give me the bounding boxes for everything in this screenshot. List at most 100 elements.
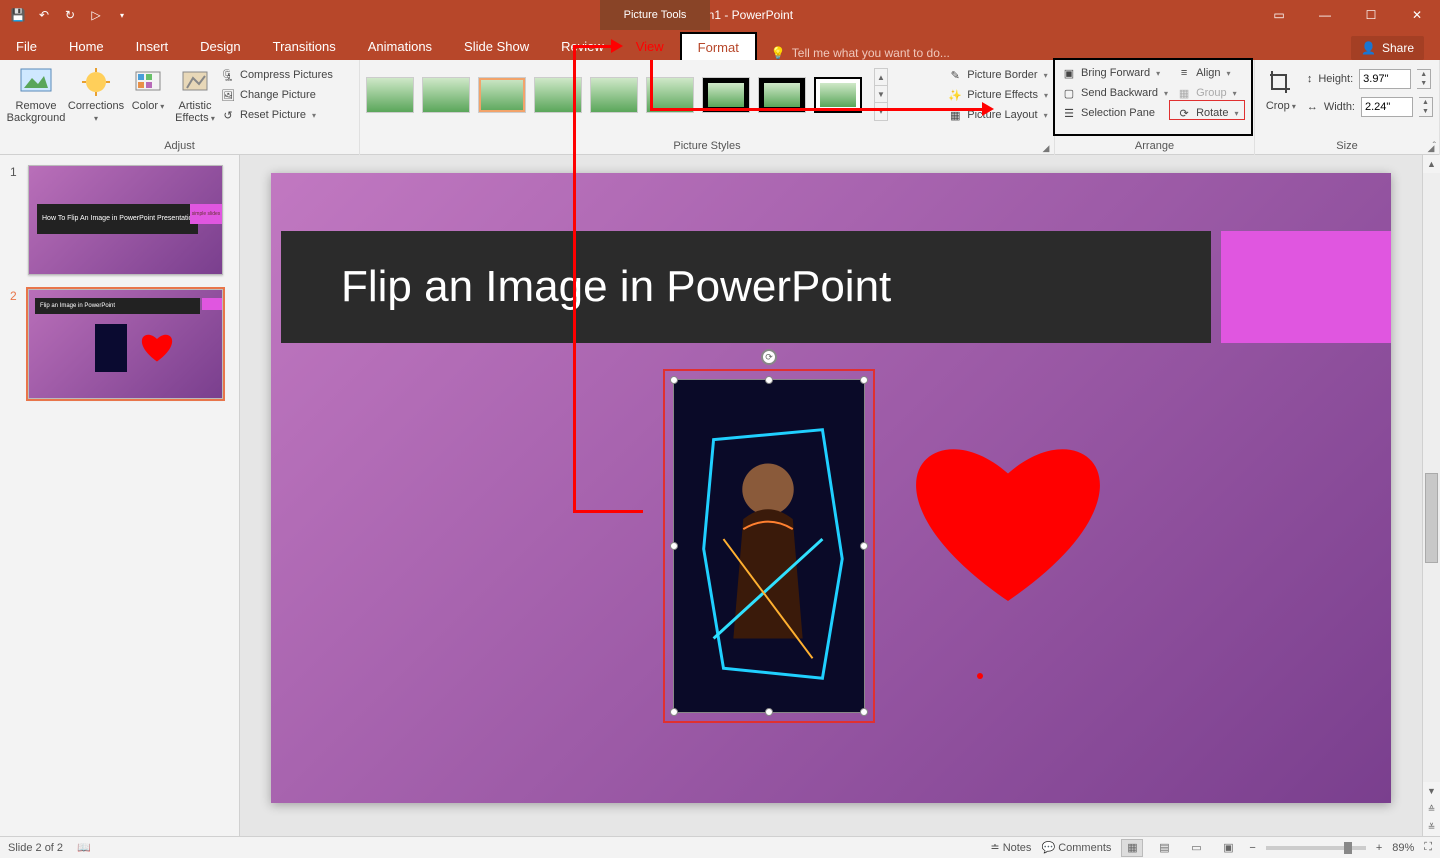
- style-thumb-6[interactable]: [646, 77, 694, 113]
- style-thumb-3[interactable]: [478, 77, 526, 113]
- tab-slideshow[interactable]: Slide Show: [448, 32, 545, 60]
- tab-animations[interactable]: Animations: [352, 32, 448, 60]
- reset-picture-button[interactable]: ↺ Reset Picture ▾: [220, 106, 333, 124]
- next-slide-icon[interactable]: ≚: [1423, 818, 1440, 836]
- align-icon: ≡: [1176, 65, 1192, 81]
- undo-icon[interactable]: ↶: [34, 5, 54, 25]
- tab-transitions[interactable]: Transitions: [257, 32, 352, 60]
- save-icon[interactable]: 💾: [8, 5, 28, 25]
- rotate-icon: ⟳: [1176, 105, 1192, 121]
- remove-background-button[interactable]: Remove Background: [6, 62, 66, 124]
- collapse-ribbon-icon[interactable]: ˆ: [1433, 141, 1436, 152]
- reading-view-icon[interactable]: ▭: [1185, 839, 1207, 857]
- style-thumb-2[interactable]: [422, 77, 470, 113]
- align-button[interactable]: ≡Align▾: [1176, 64, 1238, 82]
- notes-button[interactable]: ≐ Notes: [990, 841, 1031, 854]
- picture-layout-label: Picture Layout: [967, 109, 1037, 121]
- width-input[interactable]: [1361, 97, 1413, 117]
- picture-styles-launcher-icon[interactable]: ◢: [1040, 142, 1052, 154]
- selection-pane-button[interactable]: ☰Selection Pane: [1061, 104, 1168, 122]
- tab-home[interactable]: Home: [53, 32, 120, 60]
- tab-insert[interactable]: Insert: [120, 32, 185, 60]
- slide-canvas[interactable]: Flip an Image in PowerPoint ⟳: [271, 173, 1391, 803]
- slideshow-view-icon[interactable]: ▣: [1217, 839, 1239, 857]
- spellcheck-icon[interactable]: 📖: [77, 841, 91, 854]
- group-adjust: Remove Background Corrections Color Arti…: [0, 60, 360, 155]
- zoom-percent[interactable]: 89%: [1392, 842, 1414, 854]
- rotate-handle-icon[interactable]: ⟳: [761, 349, 777, 365]
- height-down-icon[interactable]: ▼: [1417, 79, 1430, 88]
- heart-shape[interactable]: [903, 431, 1113, 601]
- color-button[interactable]: Color: [126, 62, 170, 112]
- send-backward-button[interactable]: ▢Send Backward▾: [1061, 84, 1168, 102]
- height-up-icon[interactable]: ▲: [1417, 70, 1430, 79]
- maximize-button[interactable]: ☐: [1348, 0, 1394, 30]
- style-thumb-8[interactable]: [758, 77, 806, 113]
- close-button[interactable]: ✕: [1394, 0, 1440, 30]
- picture-effects-button[interactable]: ✨ Picture Effects▾: [947, 86, 1048, 104]
- zoom-in-icon[interactable]: +: [1376, 842, 1382, 854]
- style-thumb-7[interactable]: [702, 77, 750, 113]
- compress-pictures-button[interactable]: 🗜 Compress Pictures: [220, 66, 333, 84]
- share-button[interactable]: 👤 Share: [1351, 36, 1424, 60]
- style-thumb-1[interactable]: [366, 77, 414, 113]
- slide-editor[interactable]: Flip an Image in PowerPoint ⟳: [240, 155, 1422, 836]
- thumbnail-1[interactable]: 1 How To Flip An Image in PowerPoint Pre…: [10, 165, 229, 275]
- selected-picture[interactable]: [673, 379, 865, 713]
- tab-file[interactable]: File: [0, 32, 53, 60]
- notes-label: Notes: [1003, 842, 1032, 854]
- slide-title-text[interactable]: Flip an Image in PowerPoint: [341, 262, 891, 312]
- rotate-button[interactable]: ⟳Rotate▾: [1176, 104, 1238, 122]
- change-picture-button[interactable]: 🖼 Change Picture: [220, 86, 333, 104]
- start-from-beginning-icon[interactable]: ▷: [86, 5, 106, 25]
- thumbnail-2[interactable]: 2 Flip an Image in PowerPoint: [10, 289, 229, 399]
- window-controls: ▭ — ☐ ✕: [1256, 0, 1440, 30]
- width-up-icon[interactable]: ▲: [1419, 98, 1432, 107]
- gallery-up-icon[interactable]: ▲: [875, 69, 887, 86]
- fit-to-window-icon[interactable]: ⛶: [1424, 841, 1432, 854]
- style-thumb-4[interactable]: [534, 77, 582, 113]
- normal-view-icon[interactable]: ▦: [1121, 839, 1143, 857]
- tab-review[interactable]: Review: [545, 32, 620, 60]
- bring-forward-button[interactable]: ▣Bring Forward▾: [1061, 64, 1168, 82]
- artistic-effects-label: Artistic Effects: [170, 100, 220, 124]
- height-input[interactable]: [1359, 69, 1411, 89]
- redo-icon[interactable]: ↻: [60, 5, 80, 25]
- title-bar: 💾 ↶ ↻ ▷ ▾ Presentation1 - PowerPoint Pic…: [0, 0, 1440, 30]
- scroll-track[interactable]: [1423, 173, 1440, 782]
- style-thumb-9[interactable]: [814, 77, 862, 113]
- comments-button[interactable]: 💬 Comments: [1041, 841, 1111, 854]
- gallery-down-icon[interactable]: ▼: [875, 86, 887, 103]
- zoom-slider[interactable]: [1266, 846, 1366, 850]
- scroll-down-icon[interactable]: ▼: [1423, 782, 1440, 800]
- tell-me-search[interactable]: 💡 Tell me what you want to do...: [771, 46, 950, 60]
- crop-button[interactable]: Crop: [1261, 62, 1301, 112]
- reset-picture-icon: ↺: [220, 107, 236, 123]
- scroll-up-icon[interactable]: ▲: [1423, 155, 1440, 173]
- slide-accent-block: [1221, 231, 1391, 343]
- prev-slide-icon[interactable]: ≙: [1423, 800, 1440, 818]
- crop-icon: [1265, 66, 1297, 98]
- tab-view[interactable]: View: [620, 32, 680, 60]
- change-picture-label: Change Picture: [240, 89, 316, 101]
- ribbon-display-options-icon[interactable]: ▭: [1256, 0, 1302, 30]
- minimize-button[interactable]: —: [1302, 0, 1348, 30]
- sorter-view-icon[interactable]: ▤: [1153, 839, 1175, 857]
- picture-layout-button[interactable]: ▦ Picture Layout▾: [947, 106, 1048, 124]
- qat-more-icon[interactable]: ▾: [112, 5, 132, 25]
- picture-border-button[interactable]: ✎ Picture Border▾: [947, 66, 1048, 84]
- artistic-effects-button[interactable]: Artistic Effects: [170, 62, 220, 124]
- corrections-button[interactable]: Corrections: [66, 62, 126, 124]
- width-down-icon[interactable]: ▼: [1419, 107, 1432, 116]
- zoom-out-icon[interactable]: −: [1249, 842, 1255, 854]
- group-button[interactable]: ▦Group▾: [1176, 84, 1238, 102]
- share-icon: 👤: [1361, 41, 1376, 55]
- height-icon: ↕: [1307, 73, 1313, 85]
- selection-pane-icon: ☰: [1061, 105, 1077, 121]
- style-thumb-5[interactable]: [590, 77, 638, 113]
- scroll-thumb[interactable]: [1425, 473, 1438, 563]
- tab-design[interactable]: Design: [184, 32, 256, 60]
- gallery-more-icon[interactable]: ▾: [875, 103, 887, 120]
- tab-format[interactable]: Format: [680, 32, 757, 60]
- ribbon-tabs: File Home Insert Design Transitions Anim…: [0, 30, 1440, 60]
